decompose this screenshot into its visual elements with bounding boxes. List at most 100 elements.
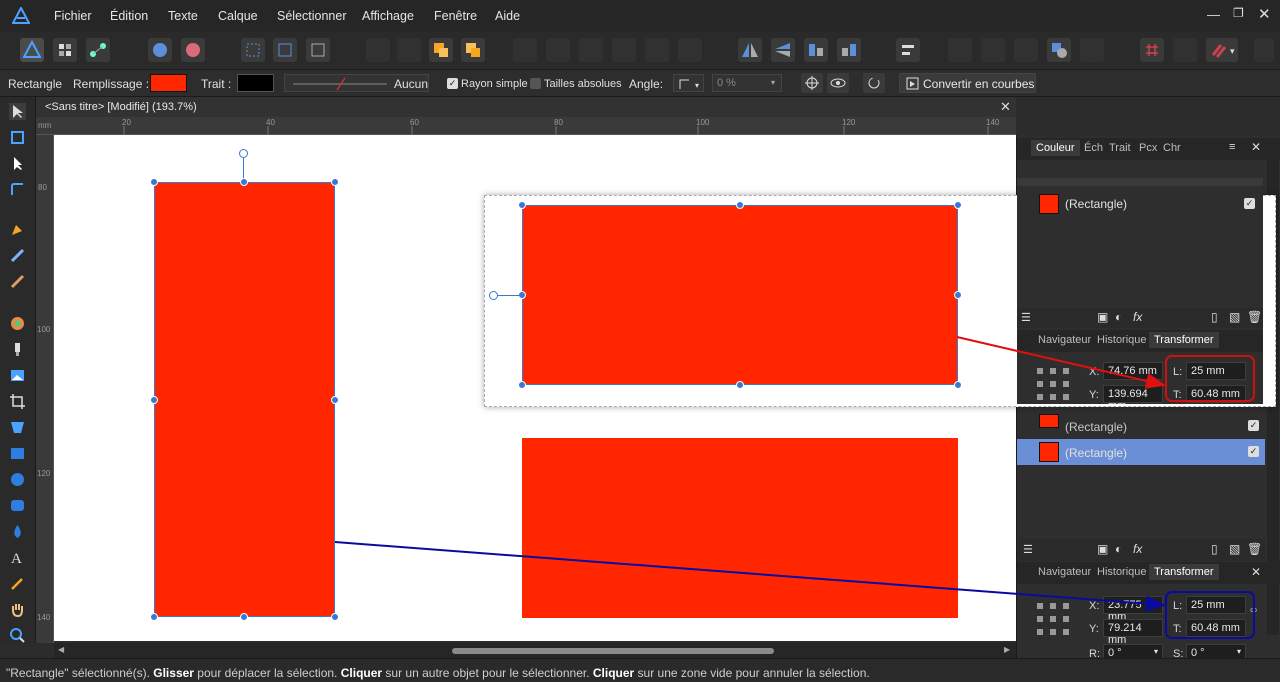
rotate-left-icon[interactable] <box>804 38 828 62</box>
hand-tool-icon[interactable] <box>9 601 26 618</box>
node-tool-icon[interactable] <box>9 155 26 172</box>
corner-type-dropdown[interactable]: ▾ <box>673 74 704 92</box>
boolean-subtract-icon[interactable] <box>981 38 1005 62</box>
close-panel-icon[interactable]: ✕ <box>1251 565 1261 579</box>
mask-icon[interactable]: ▣ <box>1097 542 1108 556</box>
document-tab[interactable]: <Sans titre> [Modifié] (193.7%) ✕ <box>36 97 1016 117</box>
menu-calque[interactable]: Calque <box>218 9 258 23</box>
view-eye-icon[interactable] <box>827 73 849 93</box>
snap-icon[interactable] <box>241 38 265 62</box>
distribute-icon[interactable] <box>896 38 920 62</box>
vector-crop-icon[interactable] <box>9 419 26 436</box>
layer-row[interactable]: (Rectangle) ✓ <box>1017 413 1265 439</box>
pen-tool-icon[interactable] <box>9 221 26 238</box>
scrollbar-thumb[interactable] <box>452 648 774 654</box>
tab-navigateur[interactable]: Navigateur <box>1038 566 1091 578</box>
effects-icon[interactable]: fx <box>1133 542 1142 556</box>
anchor-point-selector[interactable] <box>1035 601 1071 637</box>
resize-handle[interactable] <box>150 178 158 186</box>
export-persona-icon[interactable] <box>86 38 110 62</box>
arrange-back-icon[interactable] <box>366 38 390 62</box>
resize-handle[interactable] <box>331 396 339 404</box>
resize-handle[interactable] <box>150 613 158 621</box>
corner-tool-icon[interactable] <box>9 181 26 198</box>
menu-texte[interactable]: Texte <box>168 9 198 23</box>
zoom-tool-icon[interactable] <box>9 627 26 644</box>
panel-menu-icon[interactable]: ≡ <box>1229 141 1235 153</box>
close-panel-icon[interactable]: ✕ <box>1251 140 1261 154</box>
tab-pcx[interactable]: Pcx <box>1139 142 1157 154</box>
layers-stack-icon[interactable]: ☰ <box>1023 543 1033 556</box>
resize-handle[interactable] <box>240 613 248 621</box>
rotation-handle[interactable] <box>239 149 248 158</box>
tab-couleur[interactable]: Couleur <box>1031 140 1080 156</box>
snap-bbox-icon[interactable] <box>273 38 297 62</box>
x-position-field[interactable]: 23.775 mm <box>1103 596 1163 623</box>
boolean-intersect-icon[interactable] <box>1014 38 1038 62</box>
designer-persona-icon[interactable] <box>20 38 44 62</box>
boolean-divide-icon[interactable] <box>1080 38 1104 62</box>
layer-row-selected[interactable]: (Rectangle) ✓ <box>1017 439 1265 465</box>
align-middle-icon[interactable] <box>645 38 669 62</box>
horizontal-scrollbar[interactable]: ◀ ▶ <box>54 643 1016 658</box>
align-center-icon[interactable] <box>546 38 570 62</box>
share-icon[interactable] <box>148 38 172 62</box>
menu-edition[interactable]: Édition <box>110 9 148 23</box>
transform-origin-icon[interactable] <box>306 38 330 62</box>
align-right-icon[interactable] <box>579 38 603 62</box>
y-position-field[interactable]: 79.214 mm <box>1103 619 1163 646</box>
duplicate-icon[interactable]: ▧ <box>1229 542 1240 556</box>
rotated-rectangle[interactable] <box>522 438 958 618</box>
menu-fenetre[interactable]: Fenêtre <box>434 9 477 23</box>
transparency-tool-icon[interactable] <box>9 341 26 358</box>
ellipse-tool-icon[interactable] <box>9 471 26 488</box>
brush-tool-icon[interactable] <box>9 273 26 290</box>
arrange-backward-icon[interactable] <box>397 38 421 62</box>
layer-visibility-checkbox[interactable]: ✓ <box>1248 420 1259 431</box>
stroke-swatch[interactable] <box>237 74 274 92</box>
arrange-forward-icon[interactable] <box>429 38 453 62</box>
rectangle-tool-icon[interactable] <box>9 445 26 462</box>
align-top-icon[interactable] <box>612 38 636 62</box>
artboard-tool-icon[interactable] <box>9 129 26 146</box>
crop-tool-icon[interactable] <box>9 393 26 410</box>
tab-trait[interactable]: Trait <box>1109 142 1131 154</box>
layer-visibility-checkbox[interactable]: ✓ <box>1248 446 1259 457</box>
convert-to-curves-button[interactable]: Convertir en courbes <box>899 73 1036 93</box>
flip-vertical-icon[interactable] <box>771 38 795 62</box>
minimize-icon[interactable]: — <box>1207 7 1220 22</box>
new-layer-icon[interactable]: ▯ <box>1211 542 1218 556</box>
adjustment-icon[interactable]: ◐ <box>1115 542 1122 556</box>
menu-selectionner[interactable]: Sélectionner <box>277 9 347 23</box>
snapping-magnet-icon[interactable]: ▾ <box>1206 38 1238 62</box>
baseline-grid-icon[interactable] <box>1173 38 1197 62</box>
boolean-xor-icon[interactable] <box>1047 38 1071 62</box>
resize-handle[interactable] <box>331 613 339 621</box>
tab-transformer[interactable]: Transformer <box>1149 564 1219 580</box>
simple-radius-checkbox[interactable]: ✓ <box>447 78 458 89</box>
scroll-right-icon[interactable]: ▶ <box>1004 645 1010 654</box>
settings-icon[interactable] <box>181 38 205 62</box>
menu-fichier[interactable]: Fichier <box>54 9 92 23</box>
teardrop-shape-icon[interactable] <box>9 523 26 540</box>
place-image-icon[interactable] <box>9 367 26 384</box>
resize-handle[interactable] <box>240 178 248 186</box>
rounded-rectangle-tool-icon[interactable] <box>9 497 26 514</box>
absolute-sizes-checkbox[interactable] <box>530 78 541 89</box>
corner-percent-field[interactable]: 0 % ▾ <box>712 74 782 92</box>
align-bottom-icon[interactable] <box>678 38 702 62</box>
menu-aide[interactable]: Aide <box>495 9 520 23</box>
text-tool-icon[interactable]: A <box>9 549 26 566</box>
delete-icon[interactable]: 🗑 <box>1247 542 1262 556</box>
tab-chr[interactable]: Chr <box>1163 142 1181 154</box>
selected-rectangle[interactable] <box>154 182 335 617</box>
arrange-front-icon[interactable] <box>461 38 485 62</box>
tab-historique[interactable]: Historique <box>1097 566 1147 578</box>
align-left-icon[interactable] <box>513 38 537 62</box>
crosshair-icon[interactable] <box>801 73 823 93</box>
move-tool-icon[interactable] <box>9 103 26 120</box>
fill-swatch[interactable] <box>150 74 187 92</box>
refresh-icon[interactable] <box>863 73 885 93</box>
fill-tool-icon[interactable] <box>9 315 26 332</box>
menu-affichage[interactable]: Affichage <box>362 9 414 23</box>
